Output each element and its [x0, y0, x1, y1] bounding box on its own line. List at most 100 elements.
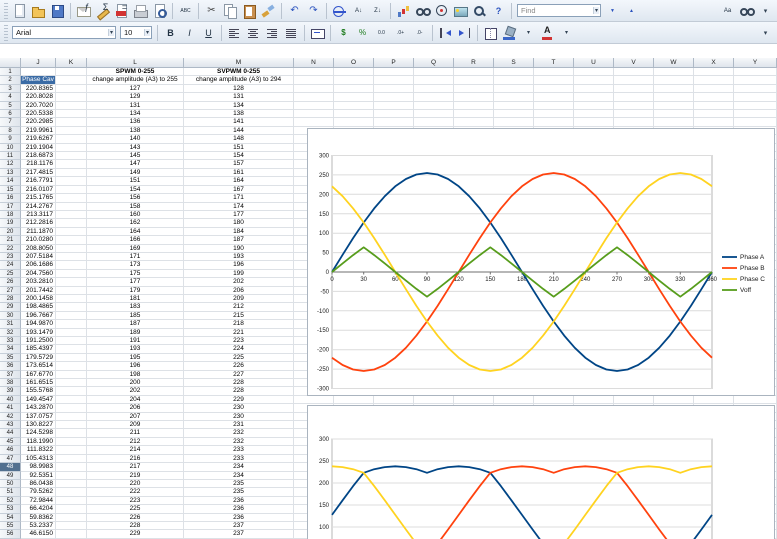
column-header-T[interactable]: T — [534, 58, 574, 68]
row-header-6[interactable]: 6 — [0, 110, 21, 119]
cell-U3[interactable] — [574, 84, 614, 94]
cell-Q6[interactable] — [414, 110, 454, 119]
column-header-P[interactable]: P — [374, 58, 414, 68]
row-header-41[interactable]: 41 — [0, 404, 21, 413]
align-justify-icon[interactable] — [283, 25, 300, 41]
align-right-icon[interactable] — [264, 25, 281, 41]
cell-J24[interactable]: 206.1686 — [21, 261, 56, 270]
cell-S6[interactable] — [494, 110, 534, 119]
cell-J8[interactable]: 219.9961 — [21, 126, 56, 136]
cell-K31[interactable] — [56, 320, 87, 329]
cell-M15[interactable]: 167 — [184, 185, 294, 195]
cell-Q3[interactable] — [414, 84, 454, 94]
cell-N1[interactable] — [294, 68, 334, 77]
cell-V4[interactable] — [614, 93, 654, 102]
toolbar-drag-handle[interactable] — [4, 2, 8, 19]
cell-M2[interactable]: change amplitude (A3) to 294 — [184, 76, 294, 85]
borders-icon[interactable] — [482, 25, 499, 41]
cell-Y7[interactable] — [734, 118, 777, 127]
cell-M16[interactable]: 171 — [184, 194, 294, 203]
cell-R7[interactable] — [454, 118, 494, 127]
cell-L44[interactable]: 211 — [87, 429, 184, 438]
row-header-53[interactable]: 53 — [0, 505, 21, 514]
cell-L27[interactable]: 179 — [87, 286, 184, 295]
chart-object-spwm[interactable]: -300 -250 -200 -150 -100 -50 0 50 100 150 200 250 30… — [307, 128, 775, 396]
cell-M8[interactable]: 144 — [184, 126, 294, 136]
cell-L54[interactable]: 226 — [87, 513, 184, 522]
cell-W7[interactable] — [654, 118, 694, 127]
cell-M36[interactable]: 226 — [184, 362, 294, 371]
cell-U40[interactable] — [574, 395, 614, 405]
cell-J53[interactable]: 66.4204 — [21, 505, 56, 514]
cell-M43[interactable]: 231 — [184, 421, 294, 430]
cell-V1[interactable] — [614, 68, 654, 77]
cell-K30[interactable] — [56, 311, 87, 321]
cell-N7[interactable] — [294, 118, 334, 127]
cell-J2[interactable]: Phase Cav — [21, 76, 56, 85]
cell-J15[interactable]: 216.0107 — [21, 185, 56, 195]
cell-W3[interactable] — [654, 84, 694, 94]
cell-J56[interactable]: 46.6150 — [21, 530, 56, 539]
chevron-down-icon[interactable]: ▾ — [592, 7, 599, 14]
cell-M39[interactable]: 228 — [184, 387, 294, 396]
cell-V2[interactable] — [614, 76, 654, 85]
row-header-42[interactable]: 42 — [0, 412, 21, 422]
cell-L11[interactable]: 145 — [87, 152, 184, 161]
row-header-14[interactable]: 14 — [0, 177, 21, 186]
column-header-X[interactable]: X — [694, 58, 734, 68]
cell-O7[interactable] — [334, 118, 374, 127]
cell-J33[interactable]: 191.2500 — [21, 337, 56, 346]
cell-J11[interactable]: 218.6873 — [21, 152, 56, 161]
row-header-9[interactable]: 9 — [0, 135, 21, 144]
column-header-Y[interactable]: Y — [734, 58, 777, 68]
cell-K16[interactable] — [56, 194, 87, 203]
cell-L8[interactable]: 138 — [87, 126, 184, 136]
row-header-27[interactable]: 27 — [0, 286, 21, 295]
cell-L23[interactable]: 171 — [87, 252, 184, 262]
row-header-43[interactable]: 43 — [0, 421, 21, 430]
cell-L18[interactable]: 160 — [87, 210, 184, 220]
cell-J30[interactable]: 196.7667 — [21, 311, 56, 321]
grid-corner[interactable] — [0, 58, 21, 68]
sort-ascending-icon[interactable]: A↓ — [350, 3, 367, 19]
row-header-13[interactable]: 13 — [0, 168, 21, 178]
row-header-47[interactable]: 47 — [0, 454, 21, 464]
cell-L50[interactable]: 220 — [87, 479, 184, 489]
cell-K32[interactable] — [56, 328, 87, 337]
cell-P1[interactable] — [374, 68, 414, 77]
cell-M34[interactable]: 224 — [184, 345, 294, 354]
font-color-dropdown-icon[interactable]: ▾ — [558, 25, 575, 41]
cell-J10[interactable]: 219.1904 — [21, 143, 56, 153]
cell-K41[interactable] — [56, 404, 87, 413]
cell-J23[interactable]: 207.5184 — [21, 252, 56, 262]
row-header-28[interactable]: 28 — [0, 294, 21, 304]
cell-L12[interactable]: 147 — [87, 160, 184, 169]
cell-W5[interactable] — [654, 101, 694, 111]
cell-M28[interactable]: 209 — [184, 294, 294, 304]
cell-K1[interactable] — [56, 68, 87, 77]
row-header-22[interactable]: 22 — [0, 244, 21, 253]
cell-J26[interactable]: 203.2810 — [21, 278, 56, 287]
row-header-38[interactable]: 38 — [0, 379, 21, 388]
cell-M48[interactable]: 234 — [184, 463, 294, 472]
cell-J52[interactable]: 72.9844 — [21, 496, 56, 506]
toolbar-drag-handle[interactable] — [4, 24, 8, 41]
row-header-26[interactable]: 26 — [0, 278, 21, 287]
cell-M37[interactable]: 227 — [184, 370, 294, 380]
cell-R2[interactable] — [454, 76, 494, 85]
cell-Q40[interactable] — [414, 395, 454, 405]
cell-T2[interactable] — [534, 76, 574, 85]
cell-L13[interactable]: 149 — [87, 168, 184, 178]
row-header-39[interactable]: 39 — [0, 387, 21, 396]
font-color-icon[interactable] — [539, 25, 556, 41]
cell-L20[interactable]: 164 — [87, 227, 184, 237]
cell-L17[interactable]: 158 — [87, 202, 184, 211]
cell-K21[interactable] — [56, 236, 87, 245]
cell-K7[interactable] — [56, 118, 87, 127]
chart-object-svpwm[interactable]: 0501001502002503000306090120150180210240… — [307, 405, 775, 539]
cell-L9[interactable]: 140 — [87, 135, 184, 144]
cell-J55[interactable]: 53.2337 — [21, 521, 56, 531]
cell-O5[interactable] — [334, 101, 374, 111]
cell-N2[interactable] — [294, 76, 334, 85]
column-header-M[interactable]: M — [184, 58, 294, 68]
